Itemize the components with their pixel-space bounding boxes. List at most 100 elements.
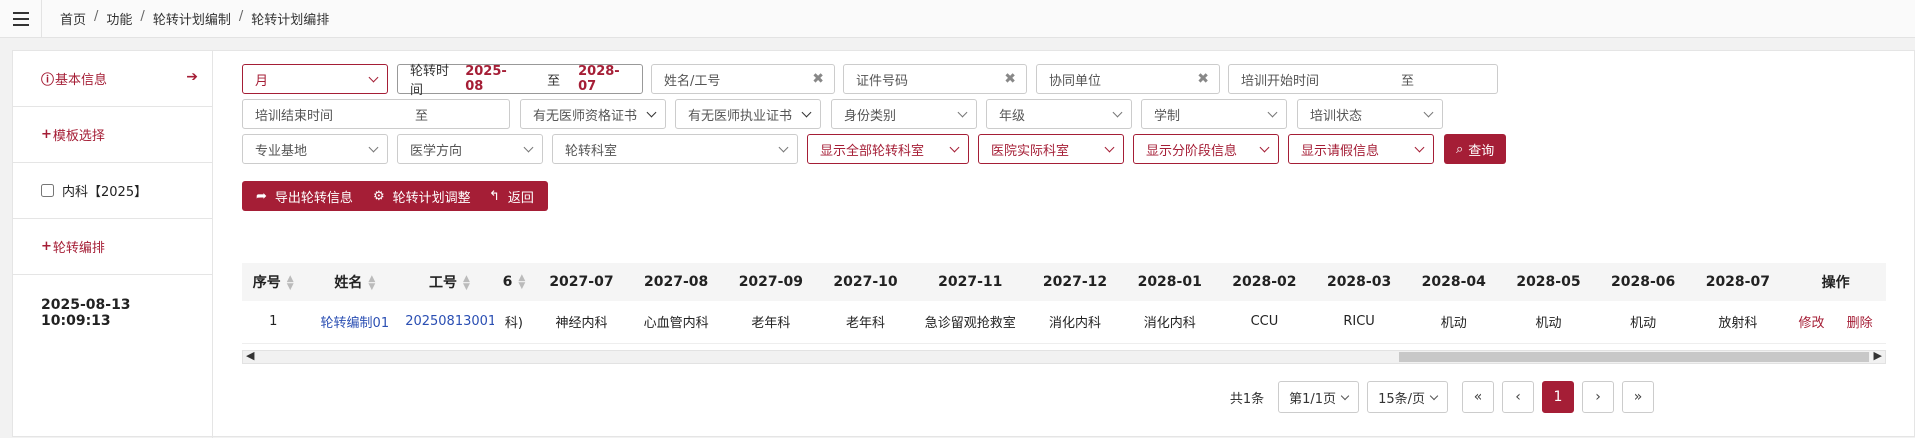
sidebar-item-template-select[interactable]: + 模板选择 (13, 107, 212, 163)
breadcrumb-separator: / (140, 9, 145, 24)
sort-icon[interactable]: ▲ ▼ (287, 275, 294, 292)
table-header-row: 序号 ▲ ▼ 姓名 ▲ ▼ 工号 ▲ ▼ 6 ▲ ▼ 2027-07 2027-08 2027-09 2027… (242, 263, 1886, 301)
column-header[interactable]: 6 ▲ ▼ (493, 263, 535, 301)
hospital-dept-value: 医院实际科室 (991, 143, 1070, 159)
reply-icon: ↰ (489, 188, 500, 204)
per-page-select[interactable]: 15条/页 (1367, 381, 1448, 413)
delete-link[interactable]: 删除 (1847, 316, 1873, 331)
scrollbar-thumb[interactable] (1399, 352, 1869, 362)
rotation-time-range[interactable]: 轮转时间 2025-08 至 2028-07 (397, 64, 643, 98)
prev-page-button[interactable]: ‹ (1502, 381, 1534, 413)
column-header: 2028-07 (1690, 263, 1786, 301)
horizontal-scrollbar[interactable]: ◀ ▶ (242, 349, 1886, 364)
cert-number-input[interactable]: 证件号码 ✖ (843, 64, 1027, 94)
row-id-link[interactable]: 20250813001 (405, 301, 494, 344)
show-all-dept-select[interactable]: 显示全部轮转科室 (807, 134, 969, 164)
row-no: 1 (242, 301, 305, 344)
column-header: 2028-02 (1217, 263, 1312, 301)
month-cell: RICU (1311, 301, 1407, 344)
hospital-dept-select[interactable]: 医院实际科室 (978, 134, 1124, 164)
menu-icon[interactable] (0, 0, 42, 38)
show-leave-select[interactable]: 显示请假信息 (1288, 134, 1434, 164)
direction-select[interactable]: 医学方向 (397, 134, 543, 164)
identity-select[interactable]: 身份类别 (831, 99, 977, 129)
breadcrumb-item[interactable]: 首页 (60, 9, 86, 28)
doctor-practice-value: 有无医师执业证书 (688, 108, 793, 124)
chevron-down-icon (801, 107, 812, 118)
sidebar-item-label: 基本信息 (55, 73, 108, 88)
sidebar: ⓘ 基本信息 ➔ + 模板选择 内科【2025】 + 轮转编排 2025-08-… (13, 51, 213, 438)
breadcrumb-item[interactable]: 功能 (106, 9, 132, 28)
rotation-dept-select[interactable]: 轮转科室 (552, 134, 798, 164)
row-name-link[interactable]: 轮转编制01 (304, 301, 406, 344)
row-col6: 科) (493, 301, 535, 344)
range-separator: 至 (1401, 73, 1415, 89)
top-bar: 首页 / 功能 / 轮转计划编制 / 轮转计划编排 (0, 0, 1915, 38)
query-button[interactable]: ⌕ 查询 (1444, 134, 1507, 164)
train-end-range[interactable]: 培训结束时间 至 (242, 99, 510, 129)
period-select[interactable]: 月 (242, 64, 388, 94)
month-cell: 机动 (1406, 301, 1502, 344)
scroll-right-icon[interactable]: ▶ (1874, 349, 1882, 362)
last-page-button[interactable]: » (1622, 381, 1654, 413)
rotation-end-value[interactable]: 2028-07 (578, 64, 630, 94)
arrow-right-icon[interactable]: ➔ (186, 69, 198, 85)
column-header[interactable]: 姓名 ▲ ▼ (304, 263, 406, 301)
column-header[interactable]: 工号 ▲ ▼ (405, 263, 494, 301)
sort-icon[interactable]: ▲ ▼ (463, 275, 470, 292)
sidebar-item-template-checkbox[interactable]: 内科【2025】 (13, 163, 212, 219)
back-button[interactable]: ↰ 返回 (475, 181, 548, 211)
column-header-label: 2028-04 (1421, 274, 1486, 290)
chevron-down-icon (1259, 142, 1270, 153)
column-header-label: 2027-11 (938, 274, 1003, 290)
adjust-plan-button[interactable]: ⚙ 轮转计划调整 (359, 181, 485, 211)
share-arrow-icon: ➦ (256, 188, 267, 204)
rotation-table: 序号 ▲ ▼ 姓名 ▲ ▼ 工号 ▲ ▼ 6 ▲ ▼ 2027-07 2027-08 2027-09 2027… (242, 263, 1886, 344)
column-header-label: 操作 (1821, 275, 1850, 291)
breadcrumb: 首页 / 功能 / 轮转计划编制 / 轮转计划编排 (60, 9, 329, 28)
doctor-practice-select[interactable]: 有无医师执业证书 (675, 99, 821, 129)
plus-icon: + (41, 239, 52, 254)
train-status-select[interactable]: 培训状态 (1297, 99, 1443, 129)
column-header: 2027-09 (723, 263, 819, 301)
grade-select[interactable]: 年级 (986, 99, 1132, 129)
first-page-button[interactable]: « (1462, 381, 1494, 413)
next-page-button[interactable]: › (1582, 381, 1614, 413)
sort-icon[interactable]: ▲ ▼ (368, 275, 375, 292)
column-header-label: 2027-09 (738, 274, 803, 290)
page-select[interactable]: 第1/1页 (1278, 381, 1360, 413)
current-page-button[interactable]: 1 (1542, 381, 1574, 413)
column-header-label: 2027-07 (549, 274, 614, 290)
column-header[interactable]: 序号 ▲ ▼ (242, 263, 305, 301)
clear-icon[interactable]: ✖ (812, 71, 824, 87)
sort-icon[interactable]: ▲ ▼ (518, 274, 525, 291)
clear-icon[interactable]: ✖ (1197, 71, 1209, 87)
breadcrumb-item[interactable]: 轮转计划编制 (153, 9, 231, 28)
month-cell: 神经内科 (534, 301, 629, 344)
show-stage-select[interactable]: 显示分阶段信息 (1133, 134, 1279, 164)
table-row: 1 轮转编制01 20250813001 科) 神经内科 心血管内科 老年科 老… (242, 301, 1886, 344)
base-select[interactable]: 专业基地 (242, 134, 388, 164)
export-button[interactable]: ➦ 导出轮转信息 (242, 181, 367, 211)
template-checkbox[interactable] (41, 184, 54, 197)
scroll-left-icon[interactable]: ◀ (246, 349, 254, 362)
sidebar-item-rotation-edit[interactable]: + 轮转编排 (13, 219, 212, 275)
export-button-label: 导出轮转信息 (274, 190, 353, 206)
name-id-input[interactable]: 姓名/工号 ✖ (651, 64, 835, 94)
column-header-label: 2028-03 (1326, 274, 1392, 290)
edu-system-select[interactable]: 学制 (1141, 99, 1287, 129)
edit-link[interactable]: 修改 (1799, 316, 1825, 331)
month-cell: 机动 (1595, 301, 1691, 344)
chevron-down-icon (368, 142, 379, 153)
coop-placeholder: 协同单位 (1049, 73, 1102, 89)
clear-icon[interactable]: ✖ (1004, 71, 1016, 87)
show-stage-value: 显示分阶段信息 (1146, 143, 1238, 159)
train-start-range[interactable]: 培训开始时间 至 (1228, 64, 1498, 94)
rotation-start-value[interactable]: 2025-08 (465, 64, 517, 94)
sidebar-item-basic-info[interactable]: ⓘ 基本信息 ➔ (13, 51, 212, 107)
rotation-dept-value: 轮转科室 (565, 143, 618, 159)
coop-unit-input[interactable]: 协同单位 ✖ (1036, 64, 1220, 94)
main-content: 月 轮转时间 2025-08 至 2028-07 姓名/工号 ✖ 证件号码 ✖ … (242, 51, 1914, 438)
doctor-qual-select[interactable]: 有无医师资格证书 (520, 99, 666, 129)
chevron-down-icon (1423, 107, 1434, 118)
